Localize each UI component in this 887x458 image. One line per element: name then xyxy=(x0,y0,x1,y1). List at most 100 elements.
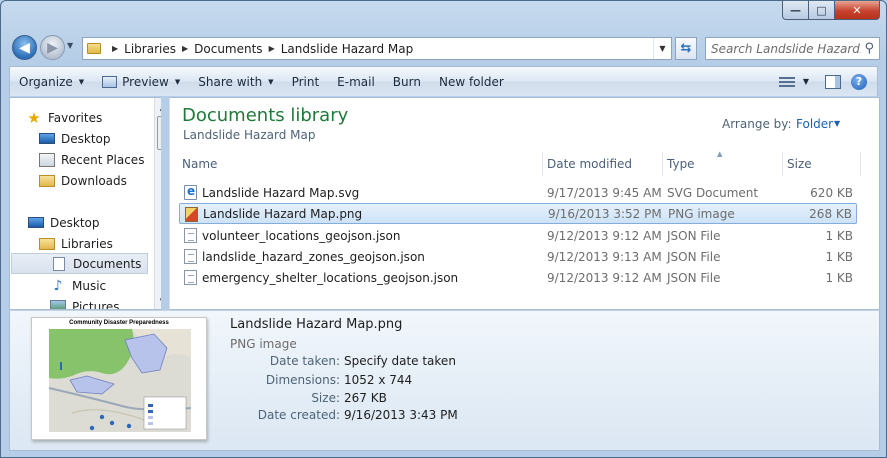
table-row-selected[interactable]: Landslide Hazard Map.png 9/16/2013 3:52 … xyxy=(179,203,857,224)
share-with-label: Share with xyxy=(198,74,263,89)
preview-pane-icon[interactable] xyxy=(825,74,841,89)
music-note-icon: ♪ xyxy=(53,277,63,294)
size-value: 267 KB xyxy=(344,391,387,405)
file-date: 9/17/2013 9:45 AM xyxy=(547,185,662,200)
table-row[interactable]: Landslide Hazard Map.svg 9/17/2013 9:45 … xyxy=(179,182,857,203)
nav-label: Desktop xyxy=(61,131,111,146)
back-arrow-icon: ◀ xyxy=(19,39,30,56)
arrange-by-label: Arrange by: xyxy=(722,117,792,131)
print-button[interactable]: Print xyxy=(283,67,329,96)
nav-music[interactable]: ♪ Music xyxy=(50,275,161,296)
svg-file-icon xyxy=(184,184,197,200)
nav-favorites[interactable]: ★ Favorites xyxy=(26,107,161,128)
refresh-button[interactable]: ⇆ xyxy=(675,37,697,60)
json-file-icon xyxy=(184,228,197,243)
burn-button[interactable]: Burn xyxy=(384,67,430,96)
address-row: ◀ ▶ ▼ ▶ Libraries ▶ Documents ▶ Landslid… xyxy=(9,33,880,61)
preview-button[interactable]: Preview ▼ xyxy=(93,67,189,96)
command-bar: Organize ▼ Preview ▼ Share with ▼ Print E-m… xyxy=(9,66,878,96)
email-button[interactable]: E-mail xyxy=(328,67,384,96)
dimensions-value: 1052 x 744 xyxy=(344,373,413,387)
libraries-icon xyxy=(39,237,55,250)
recent-pages-dropdown[interactable]: ▼ xyxy=(67,41,73,50)
breadcrumb-chevron-icon[interactable]: ▶ xyxy=(269,44,275,53)
address-history-dropdown[interactable]: ▼ xyxy=(653,38,671,59)
chevron-down-icon[interactable]: ▼ xyxy=(834,119,840,128)
nav-scrollbar[interactable]: ▲ ▼ xyxy=(154,98,161,309)
sort-indicator-icon: ▲ xyxy=(717,150,723,158)
file-type: JSON File xyxy=(667,249,721,264)
file-type: PNG image xyxy=(668,206,735,221)
preview-label: Preview xyxy=(122,74,169,89)
folder-icon xyxy=(87,43,101,54)
search-input[interactable]: Search Landslide Hazard... ⚲ xyxy=(705,37,880,60)
json-file-icon xyxy=(184,270,197,285)
library-subtitle: Landslide Hazard Map xyxy=(183,128,316,142)
column-header-name[interactable]: Name xyxy=(178,152,543,176)
breadcrumb-documents[interactable]: Documents xyxy=(194,42,262,56)
date-taken-label: Date taken: xyxy=(269,354,340,368)
forward-button[interactable]: ▶ xyxy=(40,35,65,60)
breadcrumb-landslide-hazard-map[interactable]: Landslide Hazard Map xyxy=(281,42,414,56)
back-button[interactable]: ◀ xyxy=(12,35,37,60)
nav-desktop[interactable]: Desktop xyxy=(28,212,161,233)
arrange-by-dropdown[interactable]: Folder xyxy=(796,117,833,131)
date-created-label: Date created: xyxy=(257,408,340,422)
scroll-down-icon[interactable]: ▼ xyxy=(155,293,161,308)
file-date: 9/12/2013 9:12 AM xyxy=(547,228,662,243)
file-size: 1 KB xyxy=(825,270,853,285)
email-label: E-mail xyxy=(337,74,375,89)
close-button[interactable]: ✕ xyxy=(835,1,880,20)
navigation-pane: ★ Favorites Desktop Recent Places Downloa… xyxy=(9,97,161,310)
new-folder-button[interactable]: New folder xyxy=(430,67,513,96)
date-taken-value[interactable]: Specify date taken xyxy=(344,354,456,368)
breadcrumb-chevron-icon[interactable]: ▶ xyxy=(112,44,118,53)
breadcrumb-chevron-icon[interactable]: ▶ xyxy=(182,44,188,53)
column-header-size[interactable]: Size xyxy=(783,152,861,176)
change-view-icon[interactable] xyxy=(778,76,795,88)
file-name: volunteer_locations_geojson.json xyxy=(202,228,401,243)
details-pane: Community Disaster Preparedness Landslid… xyxy=(9,310,880,451)
minimize-button[interactable]: — xyxy=(782,1,809,20)
nav-downloads[interactable]: Downloads xyxy=(39,170,161,191)
file-name: emergency_shelter_locations_geojson.json xyxy=(202,270,459,285)
file-size: 1 KB xyxy=(825,228,853,243)
nav-desktop-favorite[interactable]: Desktop xyxy=(39,128,161,149)
file-name: Landslide Hazard Map.svg xyxy=(202,185,360,200)
nav-pictures[interactable]: Pictures xyxy=(50,296,161,309)
view-controls: ▼ ? xyxy=(778,73,877,90)
image-thumbnail: Community Disaster Preparedness xyxy=(31,317,207,440)
view-options-dropdown[interactable]: ▼ xyxy=(795,77,811,86)
pictures-icon xyxy=(50,299,66,309)
scroll-up-icon[interactable]: ▲ xyxy=(155,100,161,115)
details-filetype: PNG image xyxy=(230,337,297,351)
file-size: 1 KB xyxy=(825,249,853,264)
table-row[interactable]: emergency_shelter_locations_geojson.json… xyxy=(179,267,857,288)
burn-label: Burn xyxy=(392,74,421,89)
file-date: 9/12/2013 9:12 AM xyxy=(547,270,662,285)
share-with-button[interactable]: Share with ▼ xyxy=(189,67,282,96)
scroll-thumb[interactable] xyxy=(157,116,161,150)
file-type: JSON File xyxy=(667,228,721,243)
explorer-window: — □ ✕ ◀ ▶ ▼ ▶ Libraries ▶ Documents ▶ La… xyxy=(0,0,887,458)
help-icon[interactable]: ? xyxy=(851,73,867,90)
nav-libraries[interactable]: Libraries xyxy=(39,233,161,254)
maximize-button[interactable]: □ xyxy=(809,1,835,20)
details-filename: Landslide Hazard Map.png xyxy=(230,317,403,332)
nav-documents[interactable]: Documents xyxy=(11,253,148,274)
table-row[interactable]: landslide_hazard_zones_geojson.json 9/12… xyxy=(179,246,857,267)
search-placeholder: Search Landslide Hazard... xyxy=(711,41,862,56)
chevron-down-icon: ▼ xyxy=(268,77,274,86)
breadcrumb-libraries[interactable]: Libraries xyxy=(124,42,176,56)
size-label: Size: xyxy=(311,391,340,405)
address-bar[interactable]: ▶ Libraries ▶ Documents ▶ Landslide Haza… xyxy=(82,37,672,60)
column-header-date-modified[interactable]: Date modified xyxy=(543,152,663,176)
table-row[interactable]: volunteer_locations_geojson.json 9/12/20… xyxy=(179,225,857,246)
nav-recent-places[interactable]: Recent Places xyxy=(39,149,161,170)
organize-button[interactable]: Organize ▼ xyxy=(10,67,93,96)
column-header-type[interactable]: Type xyxy=(663,152,783,176)
star-icon: ★ xyxy=(27,108,41,127)
new-folder-label: New folder xyxy=(438,74,504,89)
date-created-value: 9/16/2013 3:43 PM xyxy=(344,408,458,422)
file-name: landslide_hazard_zones_geojson.json xyxy=(202,249,425,264)
